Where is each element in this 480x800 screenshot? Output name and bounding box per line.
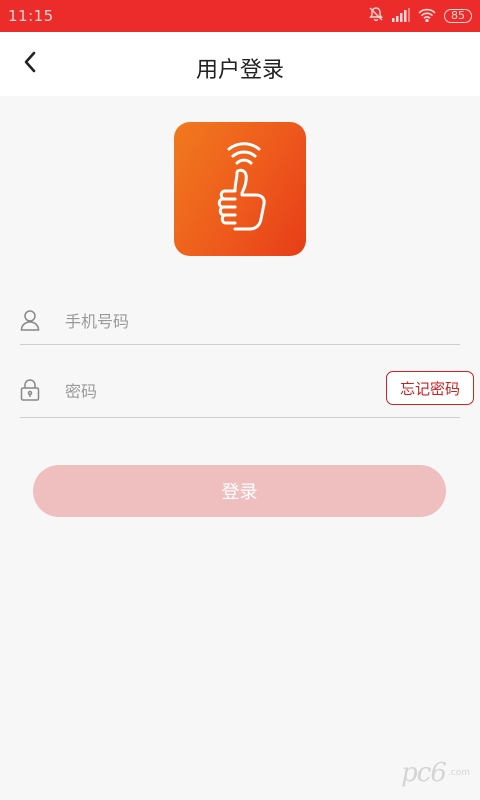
status-bar: 11:15 85 (0, 0, 480, 32)
app-logo (174, 122, 306, 256)
watermark-text: pc6 (401, 758, 447, 788)
forgot-password-button[interactable]: 忘记密码 (386, 371, 474, 405)
password-input[interactable] (65, 377, 365, 405)
thumbs-up-icon (195, 139, 285, 239)
user-icon (20, 309, 40, 331)
wifi-icon (418, 7, 436, 26)
status-icons: 85 (368, 6, 472, 26)
login-button-label: 登录 (221, 482, 258, 503)
login-button[interactable]: 登录 (33, 465, 446, 517)
phone-field-row (20, 298, 460, 345)
phone-input[interactable] (65, 307, 365, 335)
signal-icon (392, 7, 410, 26)
password-field-row: 忘记密码 (20, 366, 474, 418)
page-title: 用户登录 (195, 58, 284, 83)
lock-icon (20, 379, 40, 401)
watermark-logo: pc6 .com (401, 758, 470, 788)
nav-bar: 用户登录 (0, 32, 480, 96)
alarm-off-icon (368, 6, 384, 26)
watermark-sub: .com (447, 768, 470, 778)
battery-icon: 85 (444, 9, 472, 23)
status-time: 11:15 (8, 7, 54, 25)
